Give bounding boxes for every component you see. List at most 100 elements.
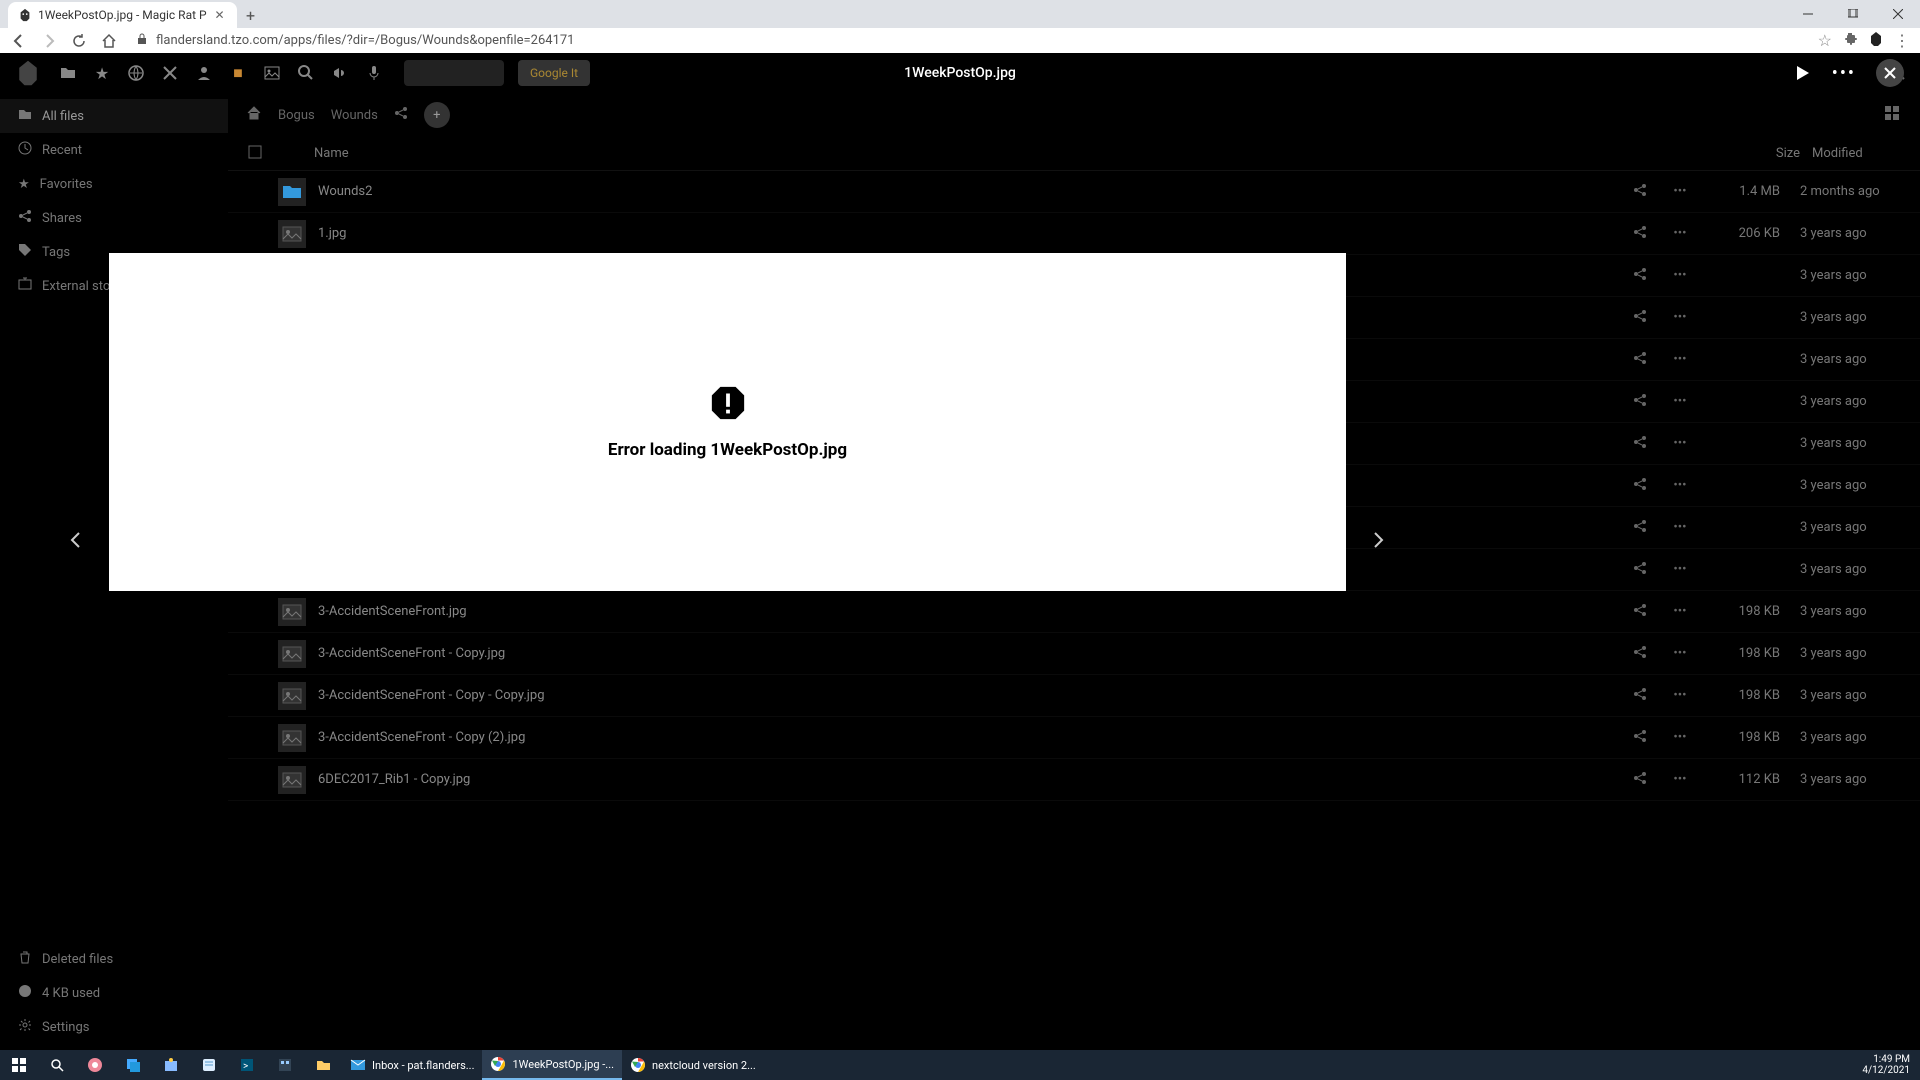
- grid-view-icon[interactable]: [1884, 105, 1900, 125]
- taskbar-app[interactable]: nextcloud version 2...: [622, 1050, 764, 1080]
- address-bar[interactable]: flandersland.tzo.com/apps/files/?dir=/Bo…: [130, 33, 1806, 49]
- taskbar-pinned-icon[interactable]: [266, 1050, 304, 1080]
- prev-image-button[interactable]: [64, 528, 88, 552]
- share-icon[interactable]: [1620, 771, 1660, 789]
- file-row[interactable]: 3-AccidentSceneFront - Copy (2).jpg•••19…: [228, 717, 1920, 759]
- back-button[interactable]: [10, 32, 28, 50]
- row-menu-icon[interactable]: •••: [1660, 646, 1700, 661]
- sidebar-item-deleted-files[interactable]: Deleted files: [0, 942, 228, 976]
- viewer-close-button[interactable]: [1876, 59, 1904, 87]
- home-button[interactable]: [100, 32, 118, 50]
- forward-button[interactable]: [40, 32, 58, 50]
- share-icon[interactable]: [1620, 645, 1660, 663]
- contacts-app-icon[interactable]: [194, 63, 214, 83]
- files-app-icon[interactable]: [58, 63, 78, 83]
- share-icon[interactable]: [1620, 267, 1660, 285]
- row-menu-icon[interactable]: •••: [1660, 394, 1700, 409]
- sidebar-item-shares[interactable]: Shares: [0, 201, 228, 235]
- sidebar-item-4-kb-used[interactable]: 4 KB used: [0, 976, 228, 1010]
- start-button[interactable]: [0, 1050, 38, 1080]
- taskbar-app[interactable]: Inbox - pat.flanders...: [342, 1050, 482, 1080]
- column-size[interactable]: Size: [1720, 146, 1800, 161]
- share-icon[interactable]: [1620, 225, 1660, 243]
- photos-app-icon[interactable]: [262, 63, 282, 83]
- taskbar-pinned-icon[interactable]: >: [228, 1050, 266, 1080]
- select-all-checkbox[interactable]: [248, 145, 278, 163]
- share-icon[interactable]: [1620, 687, 1660, 705]
- share-icon[interactable]: [1620, 477, 1660, 495]
- tab-close-icon[interactable]: ✕: [213, 8, 227, 22]
- new-button[interactable]: +: [424, 102, 450, 128]
- file-row[interactable]: 1.jpg•••206 KB3 years ago: [228, 213, 1920, 255]
- row-menu-icon[interactable]: •••: [1660, 688, 1700, 703]
- activity-app-icon[interactable]: [126, 63, 146, 83]
- row-menu-icon[interactable]: •••: [1660, 520, 1700, 535]
- share-icon[interactable]: [1620, 309, 1660, 327]
- row-menu-icon[interactable]: •••: [1660, 562, 1700, 577]
- row-menu-icon[interactable]: •••: [1660, 310, 1700, 325]
- file-row[interactable]: Wounds2•••1.4 MB2 months ago: [228, 171, 1920, 213]
- rat-extension-icon[interactable]: [1868, 31, 1884, 51]
- gallery-app-icon[interactable]: [160, 63, 180, 83]
- row-menu-icon[interactable]: •••: [1660, 772, 1700, 787]
- app-logo-icon[interactable]: [12, 57, 44, 89]
- row-menu-icon[interactable]: •••: [1660, 604, 1700, 619]
- minimize-button[interactable]: [1785, 0, 1830, 28]
- taskbar-app[interactable]: 1WeekPostOp.jpg -...: [482, 1050, 622, 1080]
- mic-app-icon[interactable]: [364, 63, 384, 83]
- row-menu-icon[interactable]: •••: [1660, 478, 1700, 493]
- row-menu-icon[interactable]: •••: [1660, 352, 1700, 367]
- next-image-button[interactable]: [1366, 528, 1390, 552]
- share-icon[interactable]: [1620, 393, 1660, 411]
- breadcrumb-home-icon[interactable]: [246, 105, 262, 125]
- sidebar-item-recent[interactable]: Recent: [0, 133, 228, 167]
- close-window-button[interactable]: [1875, 0, 1920, 28]
- file-row[interactable]: 3-AccidentSceneFront.jpg•••198 KB3 years…: [228, 591, 1920, 633]
- chrome-menu-icon[interactable]: ⋮: [1894, 31, 1910, 50]
- file-row[interactable]: 6DEC2017_Rib1 - Copy.jpg•••112 KB3 years…: [228, 759, 1920, 801]
- breadcrumb-item[interactable]: Wounds: [331, 108, 378, 123]
- column-name[interactable]: Name: [278, 146, 334, 161]
- taskbar-pinned-icon[interactable]: [76, 1050, 114, 1080]
- new-tab-button[interactable]: +: [237, 2, 265, 28]
- slideshow-button[interactable]: [1792, 63, 1812, 83]
- taskbar-pinned-icon[interactable]: [304, 1050, 342, 1080]
- share-icon[interactable]: [1620, 603, 1660, 621]
- taskbar-pinned-icon[interactable]: [152, 1050, 190, 1080]
- row-menu-icon[interactable]: •••: [1660, 730, 1700, 745]
- row-menu-icon[interactable]: •••: [1660, 184, 1700, 199]
- google-it-button[interactable]: Google It: [518, 60, 590, 86]
- file-row[interactable]: 3-AccidentSceneFront - Copy - Copy.jpg••…: [228, 675, 1920, 717]
- search-app-icon[interactable]: [296, 63, 316, 83]
- taskbar-search-icon[interactable]: [38, 1050, 76, 1080]
- sidebar-item-favorites[interactable]: ★Favorites: [0, 167, 228, 201]
- row-menu-icon[interactable]: •••: [1660, 436, 1700, 451]
- taskbar-pinned-icon[interactable]: [114, 1050, 152, 1080]
- row-menu-icon[interactable]: •••: [1660, 268, 1700, 283]
- browser-tab[interactable]: 1WeekPostOp.jpg - Magic Rat P ✕: [8, 2, 237, 28]
- share-icon[interactable]: [1620, 351, 1660, 369]
- sidebar-item-settings[interactable]: Settings: [0, 1010, 228, 1044]
- favorites-app-icon[interactable]: ★: [92, 63, 112, 83]
- share-icon[interactable]: [1620, 561, 1660, 579]
- share-icon[interactable]: [1620, 183, 1660, 201]
- share-icon[interactable]: [1620, 435, 1660, 453]
- notes-app-icon[interactable]: ■: [228, 63, 248, 83]
- extensions-icon[interactable]: [1842, 31, 1858, 51]
- file-row[interactable]: 3-AccidentSceneFront - Copy.jpg•••198 KB…: [228, 633, 1920, 675]
- row-menu-icon[interactable]: •••: [1660, 226, 1700, 241]
- column-modified[interactable]: Modified: [1800, 146, 1920, 161]
- sidebar-item-all-files[interactable]: All files: [0, 99, 228, 133]
- maximize-button[interactable]: [1830, 0, 1875, 28]
- reload-button[interactable]: [70, 32, 88, 50]
- system-tray[interactable]: 1:49 PM 4/12/2021: [1862, 1054, 1920, 1076]
- share-icon[interactable]: [1620, 729, 1660, 747]
- breadcrumb-item[interactable]: Bogus: [278, 108, 315, 123]
- star-icon[interactable]: ☆: [1818, 31, 1832, 50]
- share-icon[interactable]: [1620, 519, 1660, 537]
- viewer-menu-icon[interactable]: •••: [1832, 63, 1856, 84]
- share-breadcrumb-icon[interactable]: [394, 106, 408, 124]
- search-input[interactable]: [404, 60, 504, 86]
- announce-app-icon[interactable]: [330, 63, 350, 83]
- taskbar-pinned-icon[interactable]: [190, 1050, 228, 1080]
